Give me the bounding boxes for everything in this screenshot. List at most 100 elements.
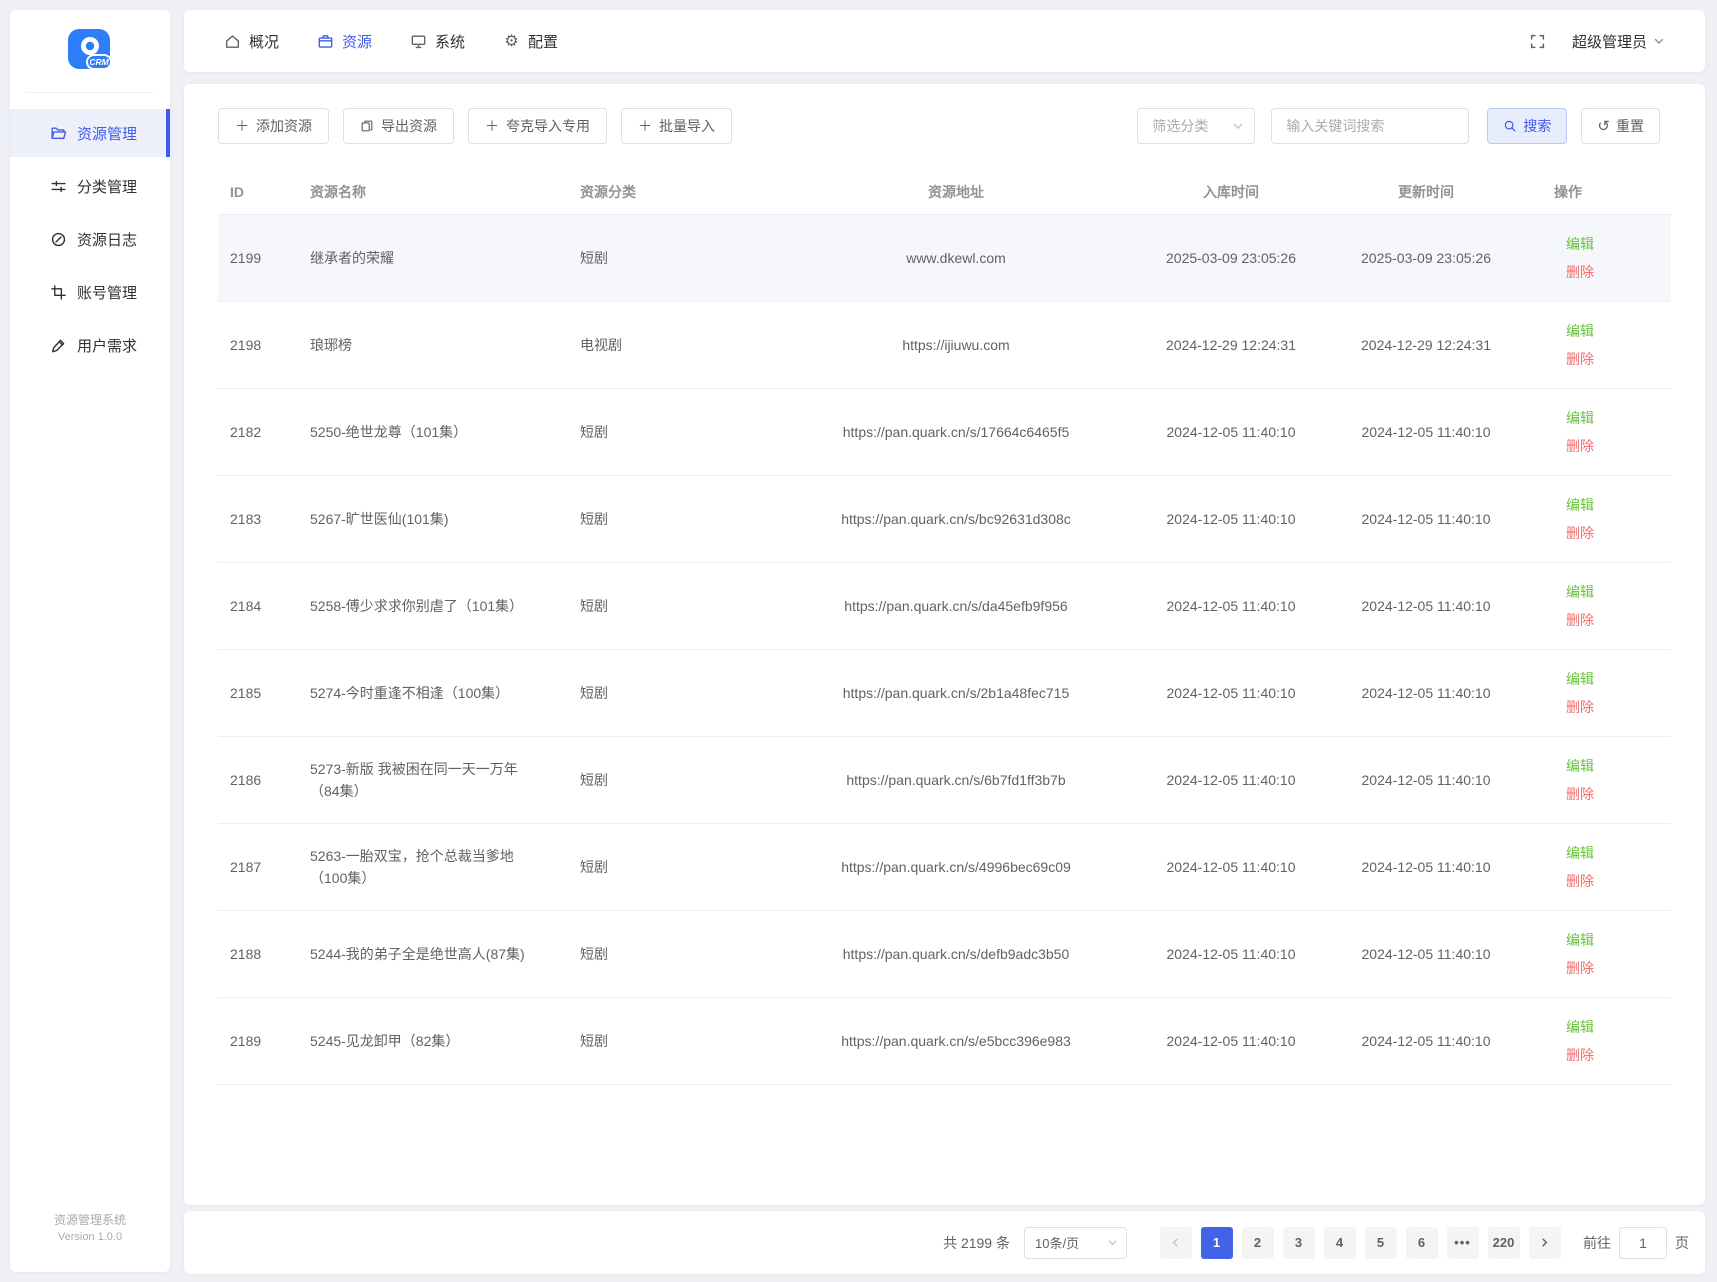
cell-ops: 编辑 删除 [1526,214,1671,302]
edit-link[interactable]: 编辑 [1566,1013,1659,1041]
sidebar-item-category-management[interactable]: 分类管理 [10,162,170,210]
edit-link[interactable]: 编辑 [1566,839,1659,867]
edit-link[interactable]: 编辑 [1566,752,1659,780]
cell-updated: 2024-12-29 12:24:31 [1326,301,1526,389]
prev-page-button[interactable] [1159,1226,1192,1259]
cell-ops: 编辑 删除 [1526,649,1671,737]
table-row: 2189 5245-见龙卸甲（82集） 短剧 https://pan.quark… [218,997,1671,1085]
cell-url: https://pan.quark.cn/s/e5bcc396e983 [776,997,1136,1085]
edit-link[interactable]: 编辑 [1566,230,1659,258]
page-button-3[interactable]: 3 [1282,1226,1315,1259]
cell-id: 2184 [218,562,298,650]
goto-suffix: 页 [1675,1234,1689,1251]
plus-icon: ＋ [235,118,249,134]
top-nav: 概况 资源 系统 ⚙ 配置 [224,31,558,52]
cell-category: 短剧 [568,562,776,650]
delete-link[interactable]: 删除 [1566,1041,1659,1069]
page-button-last[interactable]: 220 [1487,1226,1520,1259]
sidebar-item-resource-log[interactable]: 资源日志 [10,215,170,263]
quark-import-button[interactable]: ＋ 夸克导入专用 [468,108,607,144]
sliders-icon [50,178,67,195]
col-header-updated: 更新时间 [1326,170,1526,215]
main-panel: ＋ 添加资源 导出资源 ＋ 夸克导入专用 ＋ 批量导入 筛选分类 搜索 [184,84,1705,1205]
delete-link[interactable]: 删除 [1566,258,1659,286]
sidebar-divider [26,92,154,93]
col-header-name: 资源名称 [298,170,568,215]
cell-created: 2024-12-05 11:40:10 [1136,649,1326,737]
delete-link[interactable]: 删除 [1566,954,1659,982]
cell-created: 2024-12-05 11:40:10 [1136,388,1326,476]
delete-link[interactable]: 删除 [1566,519,1659,547]
delete-link[interactable]: 删除 [1566,345,1659,373]
page-button-1[interactable]: 1 [1200,1226,1233,1259]
page-button-2[interactable]: 2 [1241,1226,1274,1259]
edit-link[interactable]: 编辑 [1566,926,1659,954]
tab-label: 概况 [249,33,280,51]
col-header-url: 资源地址 [776,170,1136,215]
edit-link[interactable]: 编辑 [1566,665,1659,693]
cell-category: 短剧 [568,649,776,737]
cell-url: https://pan.quark.cn/s/defb9adc3b50 [776,910,1136,998]
edit-link[interactable]: 编辑 [1566,317,1659,345]
cell-created: 2024-12-05 11:40:10 [1136,997,1326,1085]
cell-id: 2198 [218,301,298,389]
refresh-icon: ↺ [1597,117,1610,135]
edit-link[interactable]: 编辑 [1566,404,1659,432]
cell-id: 2188 [218,910,298,998]
tab-resources[interactable]: 资源 [317,31,372,52]
briefcase-icon [317,33,334,50]
cell-name: 5250-绝世龙尊（101集） [298,388,568,476]
pagination-bar: 共 2199 条 10条/页 1 2 3 4 5 6 ••• 220 前往 页 [184,1211,1705,1274]
search-button[interactable]: 搜索 [1487,108,1568,144]
cell-created: 2024-12-05 11:40:10 [1136,475,1326,563]
delete-link[interactable]: 删除 [1566,867,1659,895]
delete-link[interactable]: 删除 [1566,432,1659,460]
svg-text:CRM: CRM [89,57,109,67]
edit-link[interactable]: 编辑 [1566,578,1659,606]
add-resource-button[interactable]: ＋ 添加资源 [218,108,329,144]
cell-updated: 2024-12-05 11:40:10 [1326,910,1526,998]
sidebar-item-resource-management[interactable]: 资源管理 [10,109,170,157]
tab-config[interactable]: ⚙ 配置 [503,31,558,52]
table-row: 2198 琅琊榜 电视剧 https://ijiuwu.com 2024-12-… [218,301,1671,389]
page-size-select[interactable]: 10条/页 [1024,1226,1127,1259]
table-row: 2188 5244-我的弟子全是绝世高人(87集) 短剧 https://pan… [218,910,1671,998]
cell-name: 继承者的荣耀 [298,214,568,302]
app-version: Version 1.0.0 [57,1231,123,1243]
top-header: 概况 资源 系统 ⚙ 配置 超级管理员 [184,10,1705,72]
page-button-4[interactable]: 4 [1323,1226,1356,1259]
button-label: 批量导入 [659,118,715,134]
cell-updated: 2024-12-05 11:40:10 [1326,388,1526,476]
delete-link[interactable]: 删除 [1566,606,1659,634]
user-menu[interactable]: 超级管理员 [1572,31,1665,52]
next-page-button[interactable] [1528,1226,1561,1259]
cell-id: 2189 [218,997,298,1085]
cell-created: 2025-03-09 23:05:26 [1136,214,1326,302]
delete-link[interactable]: 删除 [1566,780,1659,808]
fullscreen-icon[interactable] [1528,31,1548,51]
button-label: 导出资源 [381,118,437,134]
cell-updated: 2024-12-05 11:40:10 [1326,562,1526,650]
cell-id: 2183 [218,475,298,563]
delete-link[interactable]: 删除 [1566,693,1659,721]
cell-updated: 2024-12-05 11:40:10 [1326,997,1526,1085]
reset-button[interactable]: ↺ 重置 [1581,108,1660,144]
edit-link[interactable]: 编辑 [1566,491,1659,519]
page-button-6[interactable]: 6 [1405,1226,1438,1259]
table-row: 2187 5263-一胎双宝，抢个总裁当爹地（100集） 短剧 https://… [218,823,1671,911]
tab-overview[interactable]: 概况 [224,31,279,52]
goto-label: 前往 [1583,1234,1611,1251]
more-pages-button[interactable]: ••• [1446,1226,1479,1259]
sidebar-menu: 资源管理 分类管理 资源日志 账号管理 用户需求 [10,109,170,374]
keyword-search-input[interactable] [1271,108,1470,144]
category-filter-select[interactable]: 筛选分类 [1137,108,1256,144]
total-count: 共 2199 条 [943,1234,1010,1251]
cell-id: 2185 [218,649,298,737]
sidebar-item-user-requests[interactable]: 用户需求 [10,321,170,369]
sidebar-item-account-management[interactable]: 账号管理 [10,268,170,316]
tab-system[interactable]: 系统 [410,31,465,52]
goto-page-input[interactable] [1619,1226,1667,1259]
batch-import-button[interactable]: ＋ 批量导入 [621,108,732,144]
export-resource-button[interactable]: 导出资源 [343,108,454,144]
page-button-5[interactable]: 5 [1364,1226,1397,1259]
